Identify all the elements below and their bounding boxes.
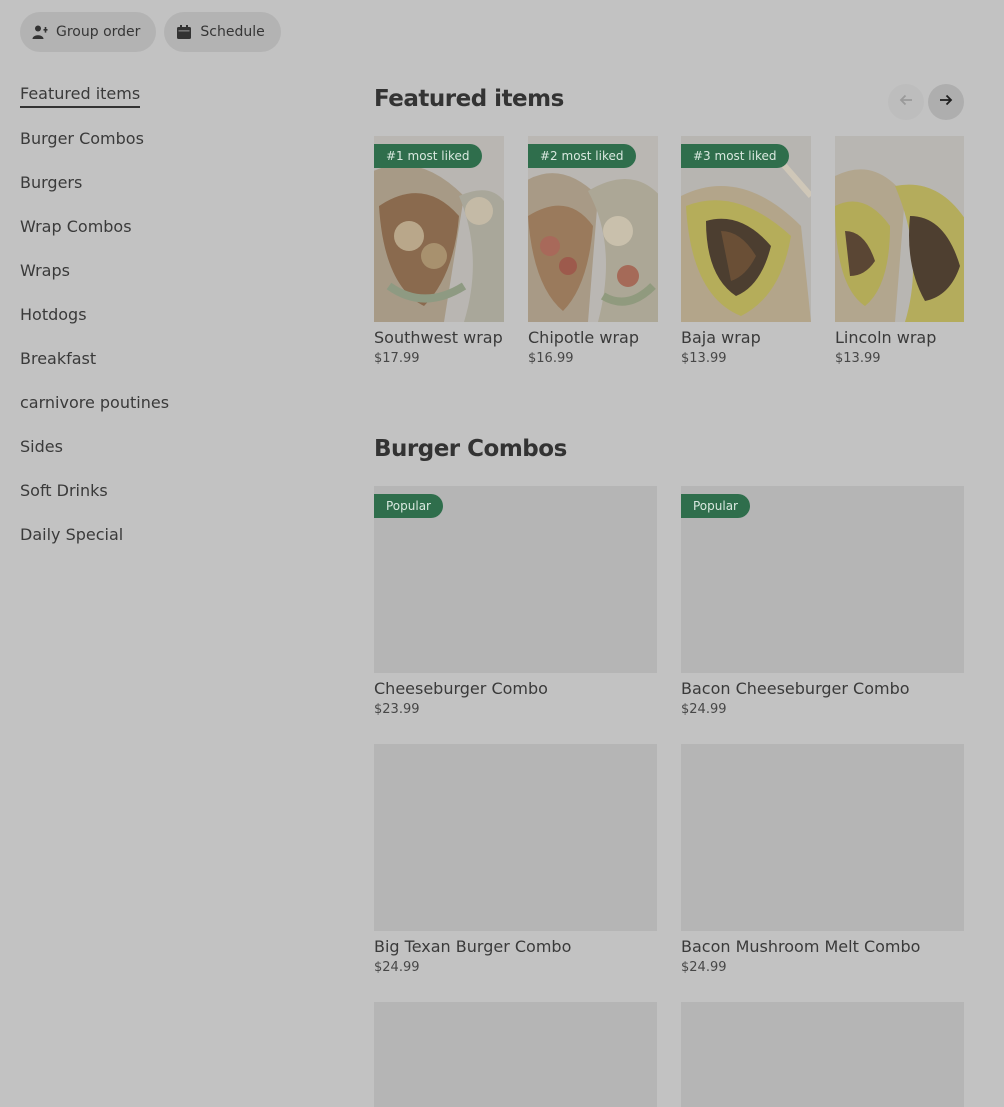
menu-item-card[interactable] [374, 1002, 657, 1107]
item-name: Big Texan Burger Combo [374, 937, 572, 956]
item-badge: #3 most liked [681, 144, 789, 168]
item-badge: Popular [681, 494, 750, 518]
sidebar-item-label: Sides [20, 436, 63, 456]
item-badge: #2 most liked [528, 144, 636, 168]
item-name: Baja wrap [681, 328, 761, 347]
item-image-placeholder [374, 1002, 657, 1107]
item-name: Cheeseburger Combo [374, 679, 548, 698]
arrow-right-icon [938, 92, 954, 112]
menu-item-card[interactable]: Popular Cheeseburger Combo $23.99 [374, 486, 657, 717]
category-sidebar: Featured items Burger Combos Burgers Wra… [20, 72, 320, 556]
sidebar-item-label: Hotdogs [20, 304, 87, 324]
sidebar-item-label: Daily Special [20, 524, 124, 544]
group-order-button[interactable]: Group order [20, 12, 157, 52]
chicken-wrap-image: #2 most liked [528, 136, 658, 322]
item-price: $16.99 [528, 351, 574, 366]
menu-item-card[interactable]: Big Texan Burger Combo $24.99 [374, 744, 657, 975]
item-image-placeholder [374, 744, 657, 931]
sidebar-item-label: Featured items [20, 81, 141, 108]
group-order-label: Group order [56, 24, 141, 40]
item-badge: Popular [374, 494, 443, 518]
egg-wrap-image: #3 most liked [681, 136, 811, 322]
item-price: $24.99 [374, 960, 420, 975]
sidebar-item-featured-items[interactable]: Featured items [20, 72, 320, 116]
item-image-placeholder [681, 744, 964, 931]
sidebar-item-label: Soft Drinks [20, 480, 108, 500]
sidebar-item-label: Burger Combos [20, 128, 144, 148]
featured-section-title: Featured items [374, 86, 564, 112]
calendar-icon [176, 24, 192, 40]
sidebar-item-burger-combos[interactable]: Burger Combos [20, 116, 320, 160]
item-price: $13.99 [835, 351, 881, 366]
sidebar-item-label: carnivore poutines [20, 392, 170, 412]
sidebar-item-wrap-combos[interactable]: Wrap Combos [20, 204, 320, 248]
item-name: Bacon Mushroom Melt Combo [681, 937, 921, 956]
item-badge: #1 most liked [374, 144, 482, 168]
sidebar-item-label: Wraps [20, 260, 70, 280]
sidebar-item-label: Wrap Combos [20, 216, 132, 236]
item-price: $17.99 [374, 351, 420, 366]
schedule-label: Schedule [200, 24, 265, 40]
egg-wrap-image [835, 136, 964, 322]
item-image-placeholder: Popular [681, 486, 964, 673]
sidebar-item-hotdogs[interactable]: Hotdogs [20, 292, 320, 336]
person-add-icon [32, 24, 48, 40]
item-price: $24.99 [681, 702, 727, 717]
item-price: $24.99 [681, 960, 727, 975]
item-name: Southwest wrap [374, 328, 503, 347]
sidebar-item-soft-drinks[interactable]: Soft Drinks [20, 468, 320, 512]
item-name: Bacon Cheeseburger Combo [681, 679, 910, 698]
item-price: $13.99 [681, 351, 727, 366]
item-image-placeholder [681, 1002, 964, 1107]
sidebar-item-label: Breakfast [20, 348, 97, 368]
item-name: Chipotle wrap [528, 328, 639, 347]
featured-item-card[interactable]: #3 most liked Baja wrap $13.99 [681, 136, 811, 366]
featured-carousel: #1 most liked Southwest wrap $17.99 #2 m… [374, 136, 964, 386]
item-image-placeholder: Popular [374, 486, 657, 673]
carousel-prev-button[interactable] [888, 84, 924, 120]
featured-item-card[interactable]: #2 most liked Chipotle wrap $16.99 [528, 136, 658, 366]
item-price: $23.99 [374, 702, 420, 717]
menu-item-card[interactable]: Bacon Mushroom Melt Combo $24.99 [681, 744, 964, 975]
sidebar-item-wraps[interactable]: Wraps [20, 248, 320, 292]
arrow-left-icon [898, 92, 914, 112]
burger-combos-section-title: Burger Combos [374, 436, 567, 462]
sidebar-item-daily-special[interactable]: Daily Special [20, 512, 320, 556]
menu-item-card[interactable] [681, 1002, 964, 1107]
item-name: Lincoln wrap [835, 328, 937, 347]
sidebar-item-label: Burgers [20, 172, 83, 192]
carousel-next-button[interactable] [928, 84, 964, 120]
featured-item-card[interactable]: Lincoln wrap $13.99 [835, 136, 964, 366]
top-actions: Group order Schedule [20, 12, 281, 52]
schedule-button[interactable]: Schedule [164, 12, 281, 52]
chicken-wrap-image: #1 most liked [374, 136, 504, 322]
sidebar-item-carnivore-poutines[interactable]: carnivore poutines [20, 380, 320, 424]
sidebar-item-burgers[interactable]: Burgers [20, 160, 320, 204]
sidebar-item-sides[interactable]: Sides [20, 424, 320, 468]
featured-item-card[interactable]: #1 most liked Southwest wrap $17.99 [374, 136, 504, 366]
menu-item-card[interactable]: Popular Bacon Cheeseburger Combo $24.99 [681, 486, 964, 717]
sidebar-item-breakfast[interactable]: Breakfast [20, 336, 320, 380]
